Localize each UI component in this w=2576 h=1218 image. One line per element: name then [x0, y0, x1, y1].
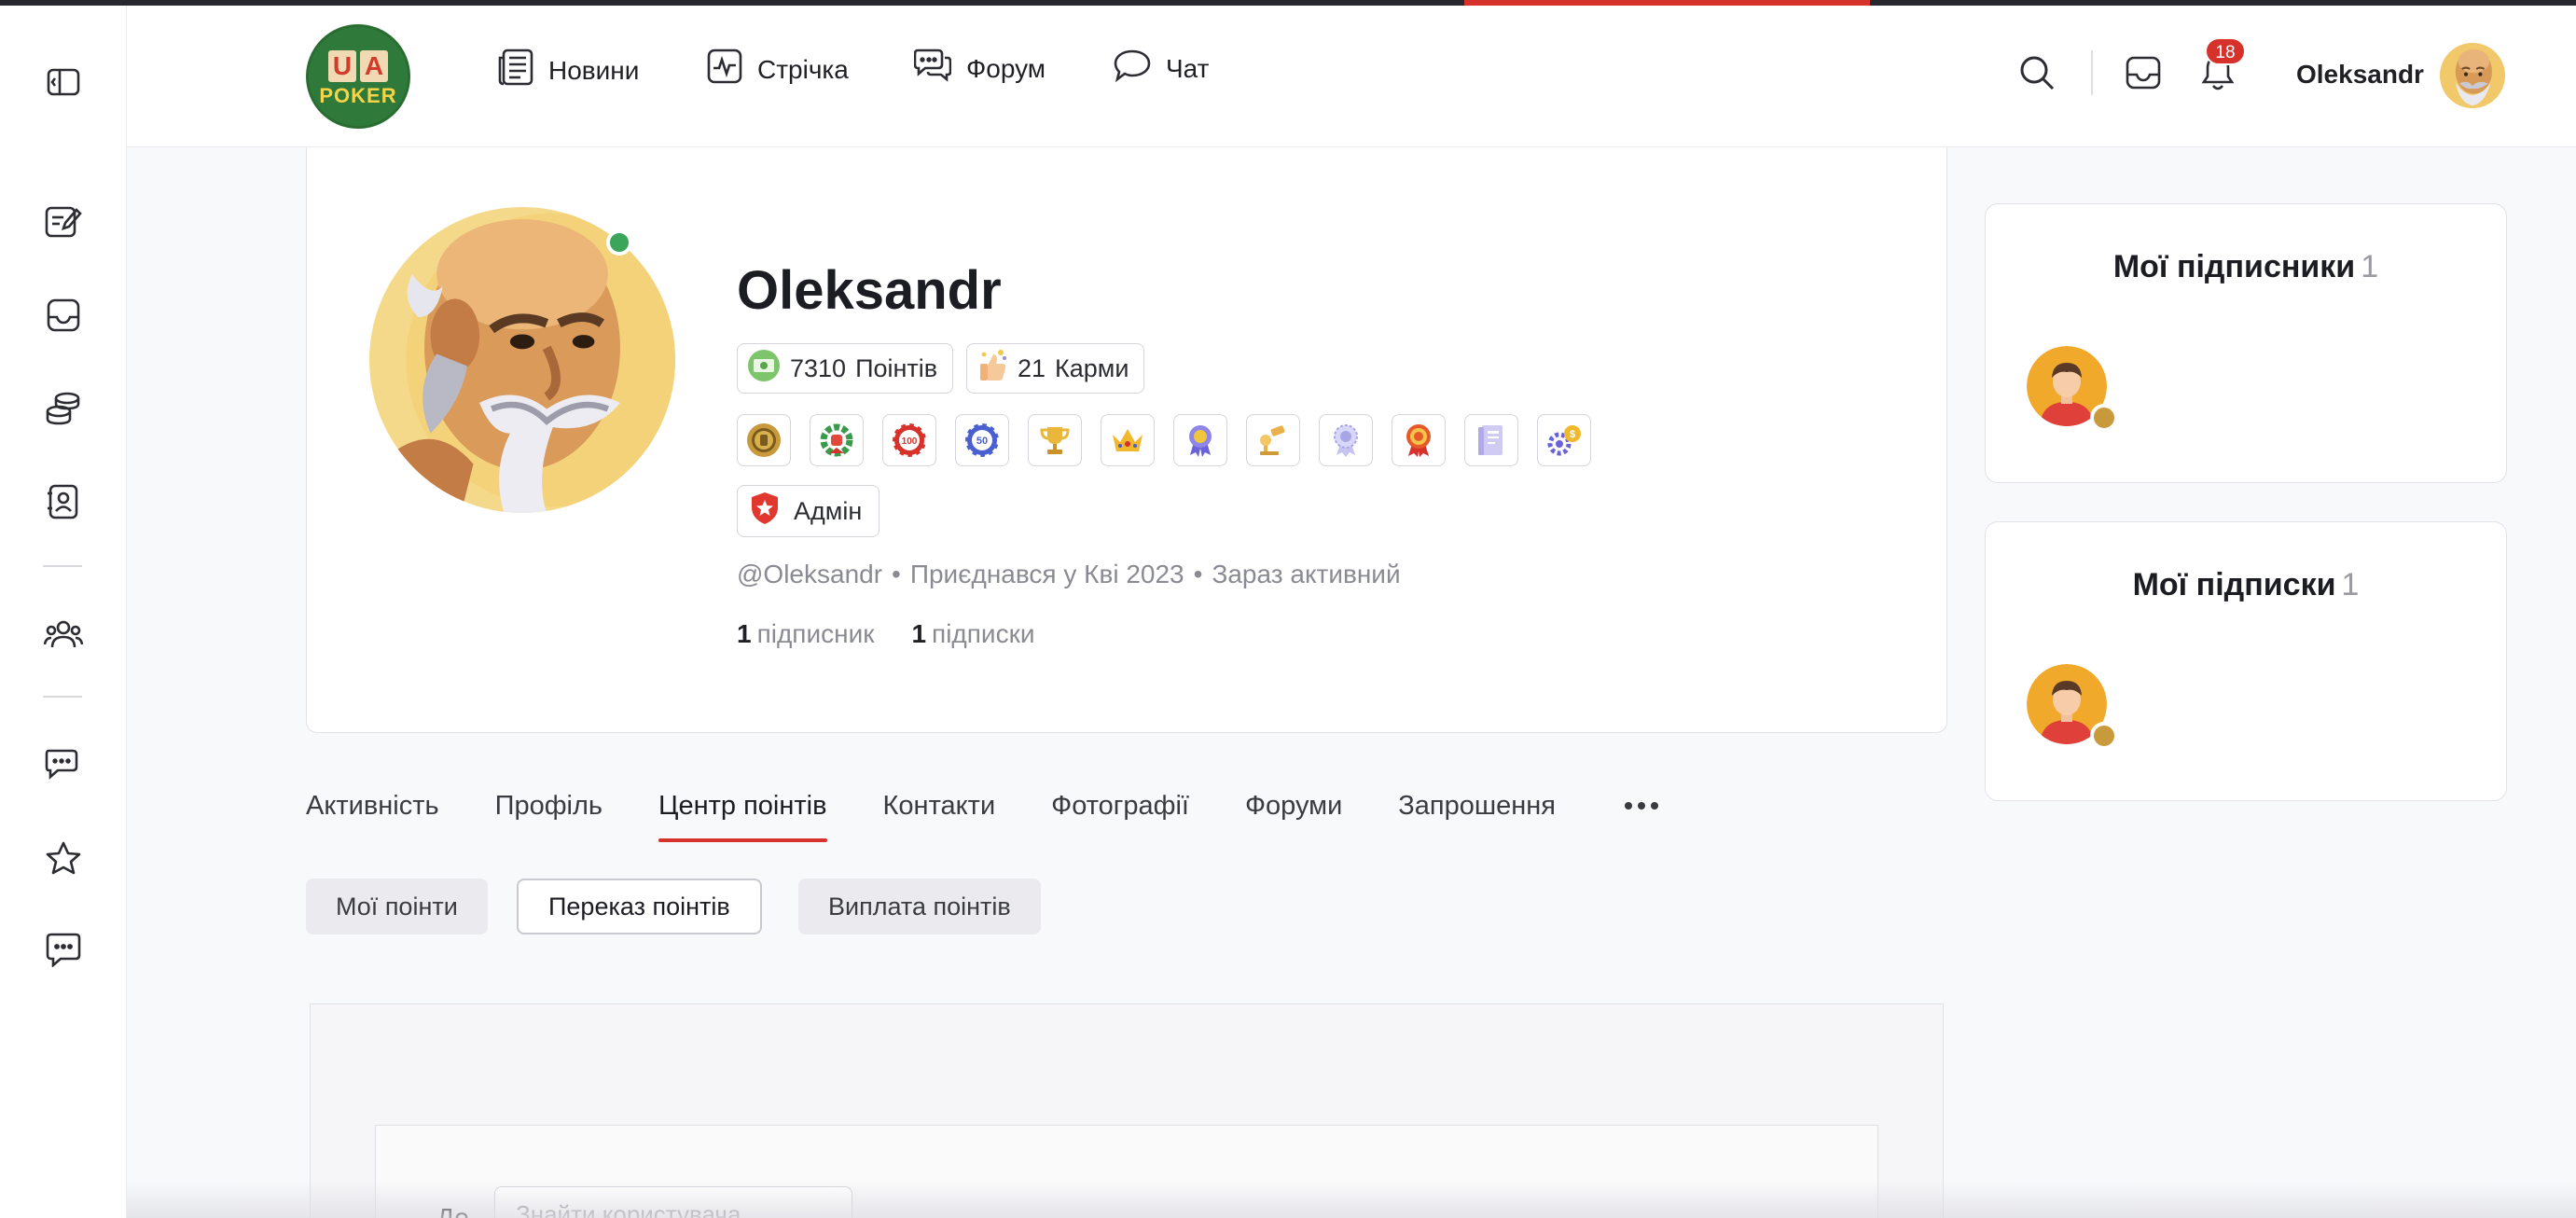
- wreath-achievement-icon[interactable]: [810, 414, 864, 466]
- contact-book-icon[interactable]: [43, 481, 84, 522]
- site-logo[interactable]: UA POKER: [306, 24, 410, 129]
- following-widget-title: Мої підписки: [2132, 567, 2336, 602]
- star-icon[interactable]: [43, 837, 84, 879]
- tab-profile[interactable]: Профіль: [495, 791, 602, 842]
- forums-icon[interactable]: [43, 744, 84, 785]
- more-tabs-icon[interactable]: [1625, 795, 1658, 817]
- recipient-label: До: [436, 1203, 469, 1218]
- nav-feed[interactable]: Стрічка: [707, 48, 849, 90]
- trophy-achievement-icon[interactable]: [1028, 414, 1082, 466]
- gavel-achievement-icon[interactable]: [1246, 414, 1300, 466]
- header-divider: [2091, 50, 2093, 95]
- nav-chat[interactable]: Чат: [1114, 48, 1209, 89]
- follow-counts: 1 підписник 1 підписки: [737, 619, 1034, 649]
- header-user-name[interactable]: Oleksandr: [2296, 60, 2424, 90]
- subtab-my-points[interactable]: Мої поінти: [306, 879, 488, 934]
- blog-edit-icon[interactable]: [43, 201, 84, 242]
- profile-joined: Приєднався у Кві 2023: [909, 560, 1184, 588]
- coin-achievement-icon[interactable]: [737, 414, 791, 466]
- members-icon[interactable]: [43, 614, 84, 655]
- karma-value: 21: [1018, 353, 1046, 382]
- rail-divider: [43, 696, 82, 698]
- rail-divider: [43, 565, 82, 567]
- nav-news[interactable]: Новини: [498, 48, 639, 92]
- subtab-transfer-points[interactable]: Переказ поінтів: [517, 879, 762, 934]
- forum-bubbles-icon: [913, 48, 952, 89]
- tab-points-center[interactable]: Центр поінтів: [658, 791, 827, 842]
- following-widget: Мої підписки 1: [1985, 521, 2507, 801]
- sidebar-toggle-icon[interactable]: [43, 62, 84, 103]
- karma-label: Карми: [1055, 353, 1129, 382]
- following-link[interactable]: 1 підписки: [911, 619, 1034, 649]
- role-badge[interactable]: Адмін: [737, 485, 880, 537]
- ribbon-achievement-icon[interactable]: [1173, 414, 1227, 466]
- tab-invitations[interactable]: Запрошення: [1398, 791, 1556, 842]
- coins-icon[interactable]: [43, 388, 84, 429]
- svg-text:$: $: [1570, 429, 1575, 440]
- points-value: 7310: [790, 353, 847, 382]
- tab-activity[interactable]: Активність: [306, 791, 439, 842]
- tab-photos[interactable]: Фотографії: [1051, 791, 1189, 842]
- following-label: підписки: [932, 619, 1035, 648]
- header-avatar[interactable]: [2440, 43, 2505, 108]
- profile-activity-status: Зараз активний: [1212, 560, 1401, 588]
- nav-label: Чат: [1166, 53, 1210, 83]
- karma-chip[interactable]: 21 Карми: [966, 343, 1145, 394]
- page-loading-bar: [0, 0, 2576, 6]
- coin-badge-icon: [2090, 404, 2118, 432]
- inbox-icon[interactable]: [43, 295, 84, 336]
- followers-widget: Мої підписники 1: [1985, 203, 2507, 483]
- followers-widget-title: Мої підписники: [2112, 249, 2356, 284]
- points-label: Поінтів: [855, 353, 938, 382]
- tab-forums[interactable]: Форуми: [1245, 791, 1342, 842]
- chat-bubble-icon: [1114, 48, 1151, 89]
- followers-link[interactable]: 1 підписник: [737, 619, 874, 649]
- book-achievement-icon[interactable]: [1464, 414, 1518, 466]
- coin-badge-icon: [2090, 722, 2118, 750]
- nav-forum[interactable]: Форум: [913, 48, 1046, 89]
- notification-badge: 18: [2205, 37, 2246, 65]
- cash-icon: [747, 349, 781, 389]
- nav-label: Стрічка: [757, 54, 849, 84]
- logo-letter-u: U: [328, 50, 356, 82]
- medal-achievement-icon[interactable]: [1319, 414, 1373, 466]
- recipient-search-input[interactable]: Знайти користувача...: [494, 1186, 852, 1218]
- profile-name: Oleksandr: [737, 260, 1002, 321]
- logo-word: POKER: [319, 84, 397, 107]
- newspaper-icon: [498, 48, 533, 92]
- online-status-dot: [606, 229, 632, 256]
- left-icon-rail: [0, 6, 127, 1218]
- chip-value: 50: [976, 436, 988, 447]
- thumbs-up-icon: [976, 349, 1008, 389]
- messages-icon[interactable]: [43, 929, 84, 970]
- points-chip[interactable]: 7310 Поінтів: [737, 343, 954, 394]
- nav-label: Новини: [548, 55, 640, 85]
- award-achievement-icon[interactable]: [1392, 414, 1446, 466]
- nav-label: Форум: [966, 53, 1046, 83]
- profile-handle: @Oleksandr: [737, 560, 883, 588]
- chip-value: 100: [902, 436, 918, 447]
- subtab-withdraw-points[interactable]: Виплата поінтів: [798, 879, 1041, 934]
- chip-50-achievement-icon[interactable]: 50: [955, 414, 1009, 466]
- activity-icon: [707, 48, 742, 90]
- inbox-icon[interactable]: [2123, 52, 2164, 93]
- followers-label: підписник: [756, 619, 875, 648]
- role-label: Адмін: [794, 496, 863, 525]
- search-icon[interactable]: [2016, 52, 2057, 93]
- profile-tabs: Активність Профіль Центр поінтів Контакт…: [306, 791, 1556, 842]
- crown-achievement-icon[interactable]: [1101, 414, 1155, 466]
- tab-contacts[interactable]: Контакти: [883, 791, 996, 842]
- profile-meta: @Oleksandr • Приєднався у Кві 2023 • Зар…: [737, 560, 1401, 588]
- chip-100-achievement-icon[interactable]: 100: [882, 414, 936, 466]
- followers-count: 1: [737, 619, 752, 648]
- gears-achievement-icon[interactable]: $: [1537, 414, 1591, 466]
- logo-letter-a: A: [360, 50, 388, 82]
- following-count: 1: [911, 619, 927, 648]
- followers-widget-count: 1: [2361, 249, 2379, 284]
- loading-progress: [1464, 0, 1870, 6]
- following-widget-count: 1: [2341, 567, 2360, 602]
- profile-avatar[interactable]: [369, 207, 675, 513]
- shield-star-icon: [749, 491, 781, 533]
